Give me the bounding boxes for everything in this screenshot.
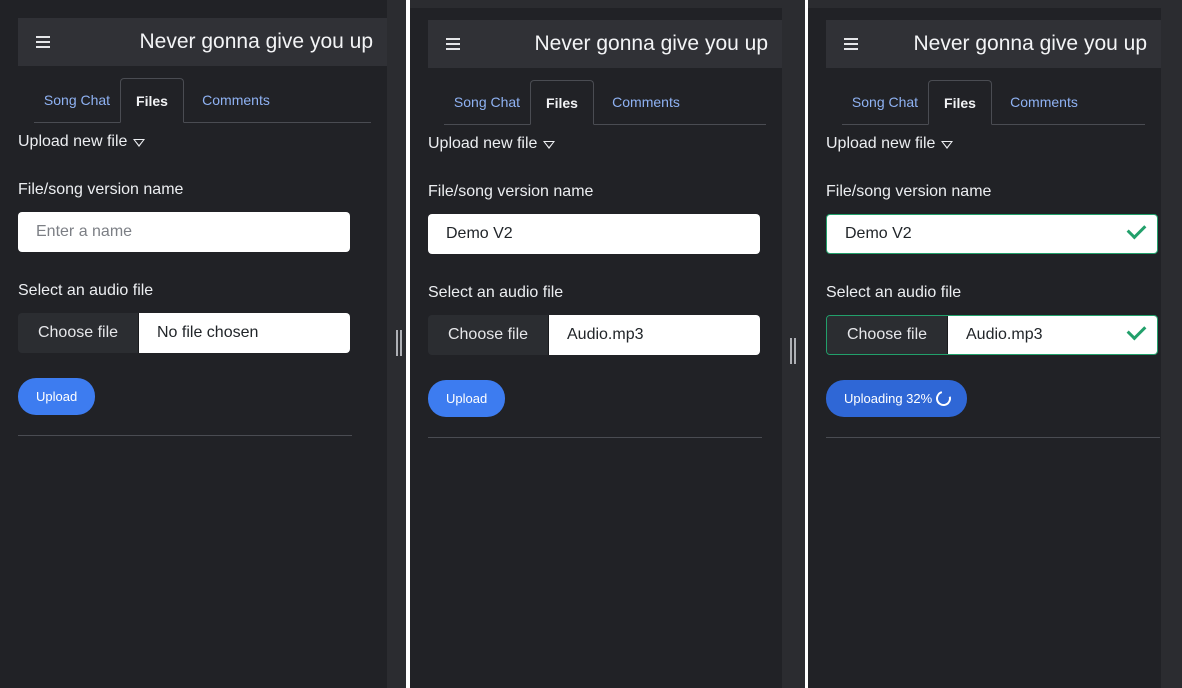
audio-file-input[interactable]: Choose file Audio.mp3 [428, 315, 760, 355]
choose-file-button[interactable]: Choose file [18, 313, 139, 353]
upload-new-file-toggle[interactable]: Upload new file [826, 135, 1161, 153]
resize-grip[interactable] [790, 338, 796, 364]
screen-empty-form: Never gonna give you up Song Chat Files … [0, 0, 406, 688]
song-title: Never gonna give you up [913, 32, 1148, 55]
tab-song-chat[interactable]: Song Chat [842, 80, 928, 124]
audio-label: Select an audio file [826, 284, 962, 301]
name-label: File/song version name [428, 183, 594, 200]
files-content: Song Chat Files Comments Upload new file… [826, 70, 1161, 438]
tab-song-chat[interactable]: Song Chat [34, 78, 120, 122]
audio-file-input[interactable]: Choose file No file chosen [18, 313, 350, 353]
screen-uploading: Never gonna give you up Song Chat Files … [808, 0, 1182, 688]
resize-grip[interactable] [396, 330, 402, 356]
name-input-value: Demo V2 [845, 225, 912, 242]
spinner-icon [933, 388, 954, 409]
audio-label: Select an audio file [18, 282, 154, 299]
upload-toggle-label: Upload new file [18, 133, 128, 150]
upload-button[interactable]: Upload [18, 378, 96, 415]
file-name-display: No file chosen [139, 313, 350, 353]
upload-new-file-toggle[interactable]: Upload new file [18, 133, 387, 151]
upload-new-file-toggle[interactable]: Upload new file [428, 135, 782, 153]
top-bar: Never gonna give you up [826, 20, 1161, 68]
name-label: File/song version name [826, 183, 992, 200]
hamburger-menu-icon[interactable] [446, 38, 460, 50]
tab-comments[interactable]: Comments [594, 80, 698, 124]
triangle-down-icon [941, 141, 954, 149]
uploading-button[interactable]: Uploading 32% [826, 380, 968, 417]
song-title: Never gonna give you up [534, 32, 769, 55]
file-name-text: Audio.mp3 [966, 326, 1043, 343]
song-title: Never gonna give you up [139, 30, 374, 53]
tab-bar: Song Chat Files Comments [428, 70, 782, 125]
file-name-display: Audio.mp3 [948, 316, 1157, 354]
tab-files[interactable]: Files [928, 80, 992, 125]
divider [18, 435, 352, 436]
divider [826, 437, 1160, 438]
upload-toggle-label: Upload new file [428, 135, 538, 152]
uploading-label: Uploading 32% [844, 391, 933, 406]
name-input[interactable]: Enter a name [18, 212, 350, 252]
files-content: Song Chat Files Comments Upload new file… [18, 68, 387, 436]
name-input[interactable]: Demo V2 [428, 214, 760, 254]
name-input[interactable]: Demo V2 [826, 214, 1158, 254]
tab-divider [34, 122, 371, 123]
choose-file-button[interactable]: Choose file [428, 315, 549, 355]
tab-bar: Song Chat Files Comments [826, 70, 1161, 125]
tab-comments[interactable]: Comments [184, 78, 288, 122]
tab-files[interactable]: Files [120, 78, 184, 123]
audio-label: Select an audio file [428, 284, 564, 301]
tab-bar: Song Chat Files Comments [18, 68, 387, 123]
files-content: Song Chat Files Comments Upload new file… [428, 70, 782, 438]
upload-button[interactable]: Upload [428, 380, 506, 417]
choose-file-button[interactable]: Choose file [827, 316, 948, 354]
triangle-down-icon [133, 139, 146, 147]
tab-song-chat[interactable]: Song Chat [444, 80, 530, 124]
tab-files[interactable]: Files [530, 80, 594, 125]
audio-file-input[interactable]: Choose file Audio.mp3 [826, 315, 1158, 355]
upload-toggle-label: Upload new file [826, 135, 936, 152]
top-bar: Never gonna give you up [428, 20, 782, 68]
file-name-display: Audio.mp3 [549, 315, 760, 355]
tab-comments[interactable]: Comments [992, 80, 1096, 124]
triangle-down-icon [543, 141, 556, 149]
checkmark-icon [1126, 219, 1147, 240]
hamburger-menu-icon[interactable] [36, 36, 50, 48]
tab-divider [444, 124, 766, 125]
top-bar: Never gonna give you up [18, 18, 387, 66]
resize-rail [1161, 8, 1182, 688]
tab-divider [842, 124, 1145, 125]
screen-filled-form: Never gonna give you up Song Chat Files … [410, 0, 805, 688]
divider [428, 437, 762, 438]
name-label: File/song version name [18, 181, 184, 198]
hamburger-menu-icon[interactable] [844, 38, 858, 50]
